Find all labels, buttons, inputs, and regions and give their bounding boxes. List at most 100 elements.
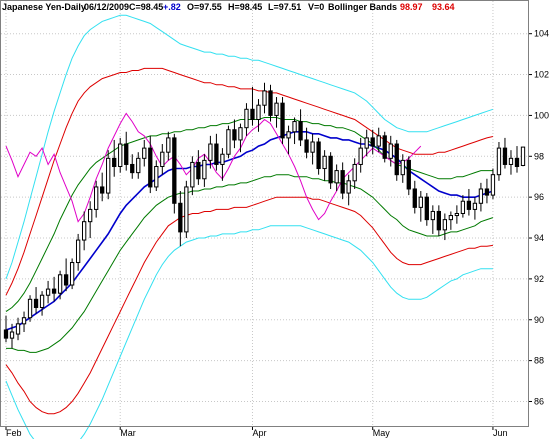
candle-body <box>118 143 123 168</box>
y-tick-label: 86 <box>534 396 544 406</box>
y-tick-label: 98 <box>534 151 544 161</box>
candle-body <box>382 135 387 159</box>
candle-body <box>100 186 105 194</box>
candle-body <box>63 274 69 286</box>
candle-body <box>39 294 45 308</box>
candle-body <box>334 170 339 184</box>
x-tick-label: Apr <box>252 428 266 438</box>
candle-body <box>412 188 417 208</box>
candle-body <box>424 196 429 221</box>
candle-body <box>75 239 81 264</box>
candle-body <box>376 135 381 147</box>
candle <box>382 131 387 163</box>
candle <box>406 156 411 196</box>
candle-body <box>430 210 435 221</box>
candle-body <box>322 155 327 170</box>
candle-body <box>250 108 255 121</box>
candle-body <box>69 262 75 286</box>
candle-body <box>496 147 502 176</box>
candle <box>280 97 285 145</box>
candle <box>496 141 502 181</box>
candle-body <box>328 155 333 184</box>
candle-body <box>484 188 490 196</box>
candle <box>27 295 33 322</box>
candle-body <box>274 102 279 116</box>
candle-body <box>370 137 375 147</box>
candle-body <box>292 121 297 133</box>
candle-body <box>388 143 393 159</box>
candle-body <box>106 157 111 194</box>
candle-body <box>262 90 267 106</box>
candle-body <box>478 188 484 204</box>
candle-body <box>9 331 15 339</box>
x-tick-label: Feb <box>6 428 22 438</box>
candle-body <box>316 141 321 170</box>
y-tick-label: 104 <box>534 29 549 39</box>
candle-body <box>304 139 309 153</box>
candle-body <box>346 180 351 194</box>
candle-body <box>508 157 514 165</box>
bollinger-chart: 86889092949698100102104 Feb Mar Apr May Jun … <box>0 0 559 439</box>
header-low: L=97.51 <box>268 2 301 12</box>
candle <box>394 139 399 181</box>
y-tick-label: 94 <box>534 233 544 243</box>
candle <box>172 133 177 214</box>
candle-body <box>244 108 249 129</box>
header-change: +.82 <box>163 2 181 12</box>
candle-body <box>454 213 460 217</box>
x-tick-label: Jun <box>493 428 508 438</box>
candle-body <box>502 147 508 165</box>
candle-body <box>57 274 63 294</box>
y-tick-label: 92 <box>534 274 544 284</box>
candle-body <box>21 317 27 325</box>
candle-body <box>352 163 357 182</box>
x-tick-label: May <box>373 428 391 438</box>
candle-body <box>45 288 51 296</box>
candle-body <box>196 161 201 180</box>
candle-body <box>448 215 454 221</box>
candle-body <box>406 159 411 190</box>
candle-body <box>51 288 57 294</box>
candle <box>184 180 189 239</box>
candle-body <box>33 298 39 308</box>
candle-body <box>286 131 291 139</box>
candle-body <box>364 137 369 149</box>
candle-body <box>142 147 147 159</box>
candle-body <box>148 147 153 188</box>
candle-body <box>310 141 315 153</box>
candle-body <box>460 200 466 215</box>
candle-body <box>232 129 237 141</box>
candle-body <box>172 137 177 204</box>
candle-body <box>154 166 159 188</box>
header-close: C=98.45 <box>129 2 163 12</box>
candle-body <box>208 143 213 161</box>
y-tick-label: 96 <box>534 192 544 202</box>
candle-body <box>166 137 171 153</box>
candle-body <box>514 157 520 168</box>
candle-body <box>15 323 21 335</box>
candle-body <box>220 153 225 165</box>
candle-body <box>400 159 405 176</box>
header-title: Japanese Yen-Daily <box>2 2 86 12</box>
candle-body <box>466 200 472 210</box>
candle-body <box>418 196 423 208</box>
candle-body <box>214 143 219 165</box>
candle-body <box>178 202 183 233</box>
header-date: 06/12/2009 <box>84 2 129 12</box>
candle-body <box>202 159 207 180</box>
candle-body <box>3 329 9 339</box>
chart-header: Japanese Yen-Daily 06/12/2009 C=98.45 +.… <box>2 2 455 12</box>
candle-body <box>358 147 363 165</box>
candle-body <box>190 161 195 188</box>
y-tick-label: 102 <box>534 70 549 80</box>
y-tick-label: 88 <box>534 356 544 366</box>
candle-body <box>298 121 303 141</box>
candle-body <box>256 104 261 121</box>
candle-body <box>160 151 165 168</box>
candle-body <box>394 143 399 176</box>
candle <box>520 146 526 167</box>
y-tick-label: 90 <box>534 315 544 325</box>
candle-body <box>130 163 135 174</box>
candle <box>69 258 75 290</box>
y-tick-label: 100 <box>534 110 549 120</box>
